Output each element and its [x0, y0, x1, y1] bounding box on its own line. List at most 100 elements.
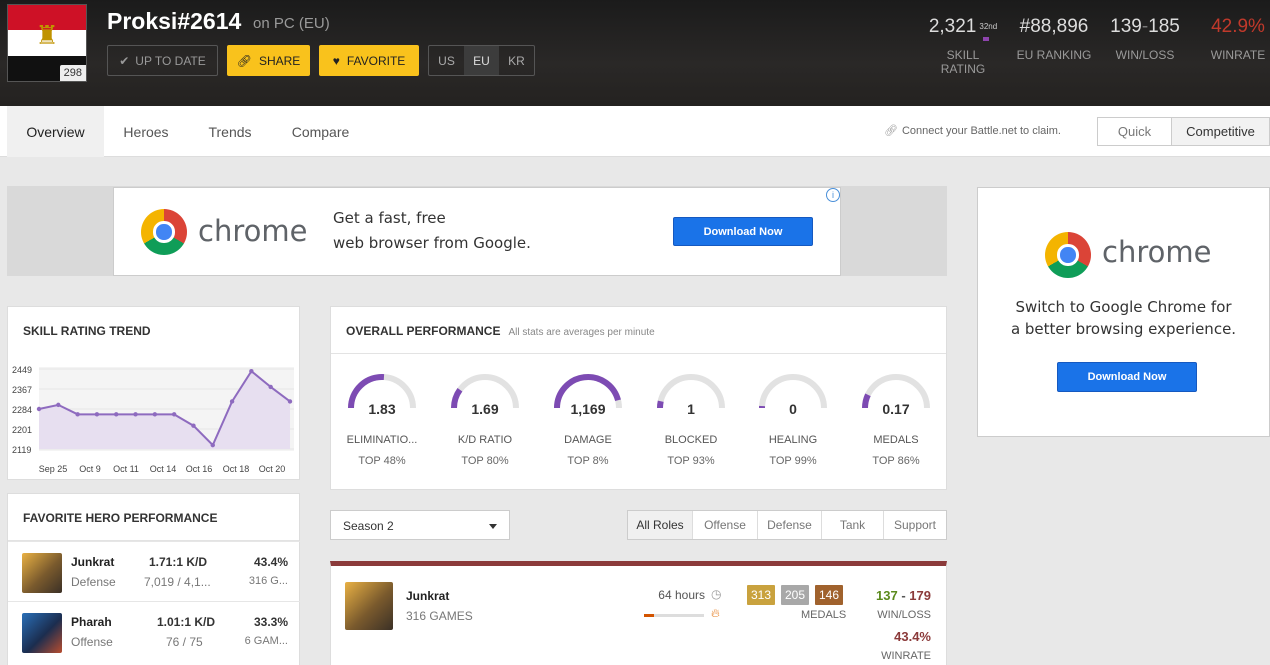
- role-support-button[interactable]: Support: [884, 511, 946, 539]
- hero-games: 316 GAMES: [406, 609, 473, 623]
- mode-competitive-button[interactable]: Competitive: [1171, 117, 1270, 146]
- sr-data-point: [171, 412, 177, 417]
- sr-data-point: [114, 412, 119, 417]
- banner-ad-content[interactable]: chrome Get a fast, free web browser from…: [113, 187, 841, 276]
- share-button[interactable]: 🔗︎ SHARE: [227, 45, 310, 76]
- gauge-label: K/D RATIO: [457, 434, 513, 446]
- clock-icon: ◷: [711, 587, 722, 601]
- hero-winrate: 43.4%: [894, 629, 931, 644]
- sidebar-ad[interactable]: chrome Switch to Google Chrome for a bet…: [977, 187, 1270, 437]
- hero-row-pharah[interactable]: Pharah Offense 1.01:1 K/D 76 / 75 33.3% …: [8, 601, 300, 661]
- hero-detail-card[interactable]: Junkrat 316 GAMES 64 hours ◷ 🔥︎ MEDALS 1…: [330, 561, 947, 665]
- hero-name: Junkrat: [406, 589, 450, 603]
- skill-rating-stat: 2,321 32nd SKILL RATING: [928, 16, 998, 76]
- sr-data-point: [210, 442, 215, 448]
- region-switcher: US EU KR: [428, 45, 535, 76]
- sr-data-point: [94, 412, 100, 417]
- hero-row-junkrat[interactable]: Junkrat Defense 1.71:1 K/D 7,019 / 4,1..…: [8, 541, 300, 601]
- chrome-logo-icon: [141, 209, 187, 255]
- banner-ad-text: Get a fast, free web browser from Google…: [333, 209, 531, 252]
- gauge-label: ELIMINATIO...: [346, 434, 418, 446]
- gauge-value: 1,169: [570, 401, 606, 417]
- profile-header: ♜ 298 Proksi#2614 on PC (EU) ✔ UP TO DAT…: [0, 0, 1270, 106]
- eu-ranking-stat: #88,896 EU RANKING: [1016, 16, 1092, 62]
- tab-trends[interactable]: Trends: [192, 106, 268, 157]
- region-eu-button[interactable]: EU: [464, 46, 499, 75]
- mode-quick-button[interactable]: Quick: [1097, 117, 1172, 146]
- y-tick-label: 2119: [12, 445, 31, 455]
- gauge-value: 1.83: [368, 401, 396, 417]
- gauge-percentile: TOP 86%: [872, 455, 920, 467]
- hero-win-loss: 137 - 179: [876, 588, 931, 603]
- sidebar-download-button[interactable]: Download Now: [1057, 362, 1197, 392]
- x-tick-label: Oct 11: [113, 464, 139, 474]
- y-tick-label: 2367: [12, 385, 32, 395]
- gauge-percentile: TOP 48%: [358, 455, 406, 467]
- region-us-button[interactable]: US: [429, 46, 464, 75]
- sr-data-point: [249, 368, 254, 374]
- gauge-label: BLOCKED: [664, 434, 718, 446]
- heart-icon: ♥: [332, 53, 340, 68]
- platform-label: on PC (EU): [253, 15, 330, 32]
- gauge-value: 0: [789, 401, 797, 417]
- skill-rating-bar: [983, 37, 989, 41]
- x-tick-label: Oct 9: [79, 464, 101, 474]
- gauge-label: MEDALS: [873, 434, 919, 446]
- role-all-button[interactable]: All Roles: [628, 511, 693, 539]
- card-title: OVERALL PERFORMANCE All stats are average…: [331, 307, 946, 354]
- region-kr-button[interactable]: KR: [499, 46, 534, 75]
- performance-gauge: 1.83 ELIMINATIO... TOP 48%: [342, 370, 422, 467]
- tab-heroes[interactable]: Heroes: [108, 106, 184, 157]
- winrate-label: WINRATE: [881, 650, 931, 662]
- gauge-value: 0.17: [882, 401, 910, 417]
- gauge-label: HEALING: [768, 434, 818, 446]
- performance-gauge: 1 BLOCKED TOP 93%: [651, 370, 731, 467]
- bronze-medal-count: 146: [815, 585, 843, 605]
- sr-data-point: [287, 399, 293, 404]
- sidebar-ad-text: Switch to Google Chrome for a better bro…: [1010, 298, 1237, 338]
- claim-link[interactable]: 🔗︎ Connect your Battle.net to claim.: [884, 124, 1061, 137]
- role-tank-button[interactable]: Tank: [822, 511, 884, 539]
- role-filter: All Roles Offense Defense Tank Support: [627, 510, 947, 540]
- y-tick-label: 2449: [12, 365, 32, 375]
- card-title: FAVORITE HERO PERFORMANCE: [8, 494, 299, 541]
- gauge-percentile: TOP 93%: [667, 455, 715, 467]
- role-defense-button[interactable]: Defense: [758, 511, 822, 539]
- sr-data-point: [133, 412, 138, 417]
- y-tick-label: 2201: [12, 425, 32, 435]
- gauge-percentile: TOP 99%: [769, 455, 817, 467]
- overall-performance-card: OVERALL PERFORMANCE All stats are average…: [330, 306, 947, 490]
- check-icon: ✔: [119, 53, 130, 68]
- performance-gauge: 1.69 K/D RATIO TOP 80%: [445, 370, 525, 467]
- gauge-percentile: TOP 80%: [461, 455, 509, 467]
- x-tick-label: Oct 18: [223, 464, 250, 474]
- eagle-emblem-icon: ♜: [35, 20, 59, 51]
- link-icon: 🔗︎: [236, 53, 252, 68]
- tab-overview[interactable]: Overview: [7, 106, 104, 157]
- ad-info-icon[interactable]: i: [826, 188, 840, 202]
- banner-download-button[interactable]: Download Now: [673, 217, 813, 246]
- gauge-value: 1: [687, 401, 695, 417]
- tab-compare[interactable]: Compare: [278, 106, 363, 157]
- card-title: SKILL RATING TREND: [23, 324, 151, 338]
- sr-data-point: [56, 402, 61, 408]
- chrome-wordmark: chrome: [198, 214, 308, 248]
- favorite-button[interactable]: ♥ FAVORITE: [319, 45, 419, 76]
- pharah-portrait: [22, 613, 62, 653]
- chevron-down-icon: [489, 524, 497, 529]
- sr-data-point: [229, 399, 235, 404]
- winrate-stat: 42.9% WINRATE: [1210, 16, 1266, 62]
- gauge-value: 1.69: [471, 401, 499, 417]
- role-offense-button[interactable]: Offense: [693, 511, 758, 539]
- banner-ad: chrome Get a fast, free web browser from…: [7, 186, 947, 276]
- junkrat-portrait: [345, 582, 393, 630]
- x-tick-label: Oct 16: [186, 464, 213, 474]
- egypt-flag-avatar: ♜ 298: [7, 4, 87, 82]
- up-to-date-button[interactable]: ✔ UP TO DATE: [107, 45, 218, 76]
- season-select[interactable]: Season 2: [330, 510, 510, 540]
- chrome-logo-icon: [1045, 232, 1091, 278]
- profile-nav: Overview Heroes Trends Compare 🔗︎ Connect…: [0, 106, 1270, 157]
- fire-icon: 🔥︎: [711, 606, 720, 620]
- performance-gauge: 1,169 DAMAGE TOP 8%: [548, 370, 628, 467]
- medals-label: MEDALS: [801, 609, 847, 621]
